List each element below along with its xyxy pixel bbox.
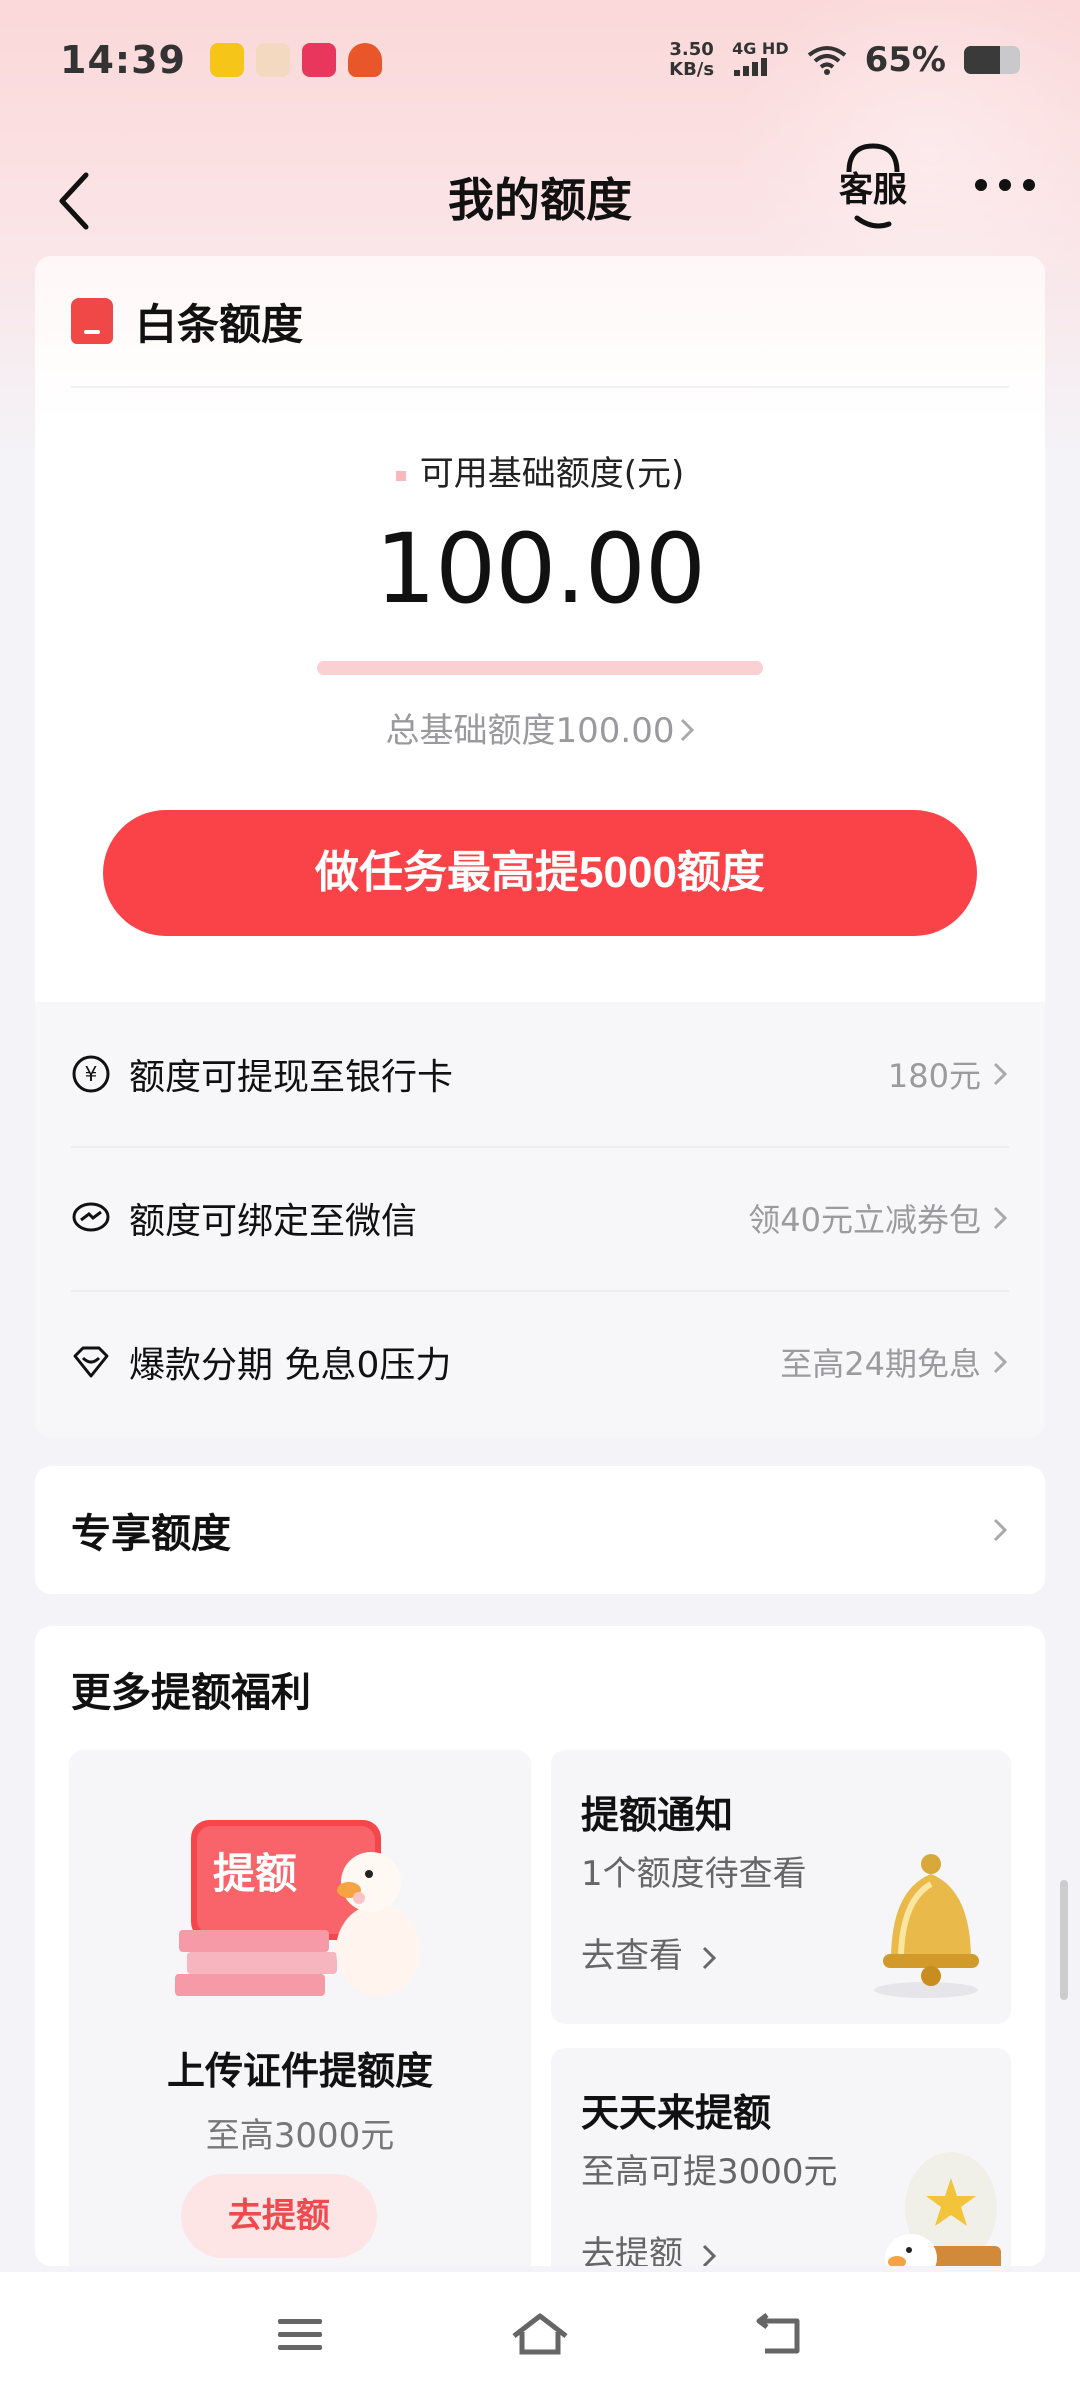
daily-boost-subtitle: 至高可提3000元 xyxy=(581,2152,838,2192)
system-navigation-bar xyxy=(0,2272,1080,2400)
available-credit-amount: 100.00 xyxy=(375,513,706,625)
notification-subtitle: 1个额度待查看 xyxy=(581,1854,807,1894)
home-icon xyxy=(512,2313,568,2355)
net-speed-unit: KB/s xyxy=(669,59,715,80)
notification-title: 提额通知 xyxy=(581,1793,734,1837)
wifi-icon xyxy=(807,46,846,75)
divider xyxy=(71,386,1009,388)
scrollbar-thumb[interactable] xyxy=(1060,1880,1068,2000)
baitiao-card: 白条额度 可用基础额度(元) 100.00 总基础额度100.00 做任务最高提… xyxy=(35,256,1045,1438)
task-boost-button[interactable]: 做任务最高提5000额度 xyxy=(103,810,977,936)
chevron-right-icon xyxy=(993,1206,1008,1230)
app-notification-icon xyxy=(301,43,336,77)
menu-key[interactable] xyxy=(270,2310,330,2360)
credit-progress-bar xyxy=(317,661,763,675)
signal-indicator: 4G HD xyxy=(732,40,789,80)
net-speed-value: 3.50 xyxy=(669,39,714,60)
exclusive-credit-card[interactable]: 专享额度 xyxy=(35,1466,1045,1594)
exclusive-credit-title: 专享额度 xyxy=(71,1511,231,1557)
dot-icon xyxy=(999,179,1011,191)
status-time: 14:39 xyxy=(60,38,186,82)
feature-value: 180元 xyxy=(887,1057,981,1095)
more-benefits-card: 更多提额福利 提额 上传证件提额度 至高3000元 去提额 提额通知 1个额度待… xyxy=(35,1626,1045,2266)
daily-boost-link[interactable]: 去提额 xyxy=(581,2226,716,2266)
home-key[interactable] xyxy=(510,2310,570,2360)
signal-bars-icon xyxy=(734,58,768,76)
more-options-button[interactable] xyxy=(960,150,1050,220)
notification-view-label: 去查看 xyxy=(581,1936,683,1976)
net-speed: 3.50 KB/s xyxy=(669,40,714,80)
battery-fill xyxy=(964,46,1001,74)
upload-id-button[interactable]: 去提额 xyxy=(181,2174,377,2258)
chevron-right-icon xyxy=(681,718,695,742)
feature-value: 领40元立减券包 xyxy=(748,1201,981,1239)
svg-text:¥: ¥ xyxy=(85,1062,98,1086)
wechat-icon xyxy=(72,1202,110,1232)
available-credit-label: 可用基础额度(元) xyxy=(35,446,1045,495)
battery-percent: 65% xyxy=(864,40,946,80)
feature-label: 爆款分期 免息0压力 xyxy=(129,1345,452,1386)
baitiao-header: 白条额度 xyxy=(35,256,1045,386)
back-key[interactable] xyxy=(750,2310,810,2360)
status-right: 3.50 KB/s 4G HD 65% xyxy=(669,40,1020,80)
boost-notification-tile[interactable]: 提额通知 1个额度待查看 去查看 xyxy=(551,1750,1011,2024)
daily-boost-link-label: 去提额 xyxy=(581,2234,683,2266)
egg-star-icon xyxy=(885,2152,1001,2266)
upload-id-subtitle: 至高3000元 xyxy=(205,2116,395,2156)
battery-icon xyxy=(964,46,1020,74)
customer-service-button[interactable]: 客服 xyxy=(828,132,918,242)
feature-row-installment[interactable]: 爆款分期 免息0压力 至高24期免息 xyxy=(35,1290,1045,1434)
total-credit-link[interactable]: 总基础额度100.00 xyxy=(35,703,1045,752)
upload-id-title: 上传证件提额度 xyxy=(166,2049,433,2093)
dot-icon xyxy=(975,179,987,191)
back-arrow-icon xyxy=(756,2313,800,2354)
feature-value: 至高24期免息 xyxy=(780,1345,981,1383)
available-credit-label-text: 可用基础额度(元) xyxy=(419,454,685,494)
signal-label: 4G HD xyxy=(732,39,789,58)
illustration-text: 提额 xyxy=(213,1849,297,1898)
notification-view-link[interactable]: 去查看 xyxy=(581,1928,716,1977)
headset-mic-icon xyxy=(854,215,892,229)
app-notification-icon xyxy=(347,43,382,77)
feature-label: 额度可绑定至微信 xyxy=(129,1201,418,1242)
chevron-right-icon xyxy=(993,1350,1008,1374)
feature-row-wechat[interactable]: 额度可绑定至微信 领40元立减券包 xyxy=(35,1146,1045,1290)
daily-boost-tile[interactable]: 天天来提额 至高可提3000元 去提额 xyxy=(551,2048,1011,2266)
dot-icon xyxy=(1023,179,1035,191)
feature-row-withdraw[interactable]: ¥ 额度可提现至银行卡 180元 xyxy=(35,1002,1045,1146)
daily-boost-title: 天天来提额 xyxy=(581,2091,772,2135)
chevron-right-icon xyxy=(702,2244,716,2266)
heart-shield-icon xyxy=(73,1346,109,1378)
chevron-right-icon xyxy=(702,1946,716,1969)
bell-icon xyxy=(874,1854,979,1998)
credit-progress-fill xyxy=(317,661,763,675)
feature-label: 额度可提现至银行卡 xyxy=(129,1057,454,1098)
baitiao-title: 白条额度 xyxy=(135,299,304,349)
upload-id-tile[interactable]: 提额 上传证件提额度 至高3000元 去提额 xyxy=(69,1750,531,2266)
menu-icon xyxy=(278,2319,322,2350)
total-credit-text: 总基础额度100.00 xyxy=(385,711,675,751)
more-benefits-title: 更多提额福利 xyxy=(71,1670,311,1716)
notification-icons xyxy=(209,43,382,77)
headset-icon xyxy=(846,143,900,173)
yuan-circle-icon: ¥ xyxy=(72,1055,110,1093)
app-notification-icon xyxy=(209,43,244,77)
feature-list: ¥ 额度可提现至银行卡 180元 额度可绑定至微信 领40元立减券包 爆款分期 … xyxy=(35,1002,1045,1438)
label-dot-icon xyxy=(395,470,406,481)
boost-credit-illustration: 提额 xyxy=(175,1820,420,1996)
baitiao-logo-icon xyxy=(71,298,113,344)
chevron-right-icon xyxy=(993,1062,1008,1086)
app-notification-icon xyxy=(255,43,290,77)
page-title: 我的额度 xyxy=(448,173,632,227)
chevron-right-icon xyxy=(993,1518,1008,1542)
status-bar: 14:39 3.50 KB/s 4G HD 65% xyxy=(0,0,1080,120)
